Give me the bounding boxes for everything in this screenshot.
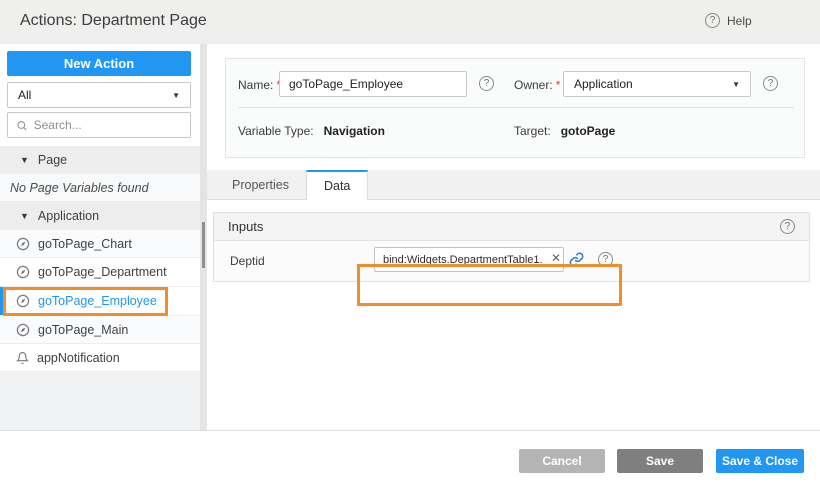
help-circle-icon[interactable]: ? [780, 219, 795, 234]
variable-summary-panel: Name:* ? Owner:* Application ▼ ? Variabl… [225, 58, 805, 158]
sidebar-item-gotopage-employee[interactable]: goToPage_Employee [0, 287, 200, 316]
save-button[interactable]: Save [617, 449, 703, 473]
variable-type-row: Variable Type: Navigation [238, 124, 385, 138]
sidebar-item-gotopage-chart[interactable]: goToPage_Chart [0, 230, 200, 258]
help-link[interactable]: ? Help [705, 13, 752, 28]
selection-highlight-box: goToPage_Employee [3, 287, 168, 316]
search-input[interactable] [34, 118, 182, 132]
navigation-icon [16, 237, 30, 251]
help-circle-icon[interactable]: ? [763, 76, 778, 91]
panel-divider [238, 107, 794, 108]
dropdown-arrow-icon: ▼ [732, 80, 740, 89]
empty-page-variables-message: No Page Variables found [0, 174, 200, 202]
tree-item-label: goToPage_Department [38, 265, 167, 279]
inputs-section-title: Inputs [228, 219, 263, 234]
help-circle-icon[interactable]: ? [479, 76, 494, 91]
sidebar-scrollbar-thumb[interactable] [202, 222, 205, 268]
name-input[interactable] [279, 71, 467, 97]
owner-select[interactable]: Application ▼ [563, 71, 751, 97]
name-field-label: Name:* [238, 78, 281, 92]
variable-type-value: Navigation [324, 124, 385, 138]
tab-properties[interactable]: Properties [215, 170, 306, 199]
variable-type-label: Variable Type: [238, 124, 314, 138]
input-field-label: Deptid [230, 254, 265, 268]
new-action-button[interactable]: New Action [7, 51, 191, 76]
tree-group-page[interactable]: ▼ Page [0, 146, 200, 174]
sidebar-item-gotopage-department[interactable]: goToPage_Department [0, 258, 200, 287]
variable-filter-value: All [18, 88, 31, 102]
navigation-icon [16, 294, 30, 308]
variable-filter-select[interactable]: All ▼ [7, 82, 191, 108]
actions-dialog: Actions: Department Page ? Help New Acti… [0, 0, 820, 488]
required-asterisk: * [556, 78, 561, 92]
clear-icon[interactable]: ✕ [551, 251, 561, 265]
tree-item-label: appNotification [37, 351, 120, 365]
target-row: Target: gotoPage [514, 124, 615, 138]
bell-icon [16, 351, 29, 365]
input-row-deptid: Deptid ✕ ? [214, 241, 809, 281]
triangle-down-icon: ▼ [20, 155, 29, 165]
tree-item-label: goToPage_Main [38, 323, 128, 337]
bind-link-icon[interactable] [569, 252, 584, 267]
tree-group-label: Page [38, 153, 67, 167]
tree-group-label: Application [38, 209, 99, 223]
bind-expression-input[interactable] [374, 247, 564, 272]
tree-group-application[interactable]: ▼ Application [0, 202, 200, 230]
dropdown-arrow-icon: ▼ [172, 91, 180, 100]
sidebar-filler [0, 372, 200, 430]
inputs-section: Inputs ? Deptid ✕ ? [213, 212, 810, 282]
help-circle-icon: ? [705, 13, 720, 28]
save-and-close-button[interactable]: Save & Close [716, 449, 804, 473]
navigation-icon [16, 265, 30, 279]
cancel-button[interactable]: Cancel [519, 449, 605, 473]
tab-bar: Properties Data [207, 170, 820, 200]
search-icon [16, 119, 28, 132]
navigation-icon [16, 323, 30, 337]
page-title: Actions: Department Page [20, 12, 207, 30]
sidebar-item-gotopage-main[interactable]: goToPage_Main [0, 316, 200, 344]
tree-item-label: goToPage_Chart [38, 237, 132, 251]
help-label: Help [727, 14, 752, 28]
dialog-footer: Cancel Save Save & Close [0, 430, 820, 488]
bind-expression-field: ✕ [374, 247, 564, 272]
dialog-header: Actions: Department Page ? Help [0, 0, 820, 44]
owner-select-value: Application [574, 77, 633, 91]
triangle-down-icon: ▼ [20, 211, 29, 221]
help-circle-icon[interactable]: ? [598, 252, 613, 267]
target-value: gotoPage [561, 124, 616, 138]
tab-data[interactable]: Data [306, 170, 368, 200]
target-label: Target: [514, 124, 551, 138]
owner-field-label: Owner:* [514, 78, 560, 92]
search-box[interactable] [7, 112, 191, 138]
tree-item-label: goToPage_Employee [38, 294, 157, 308]
inputs-section-header: Inputs ? [214, 213, 809, 241]
sidebar-item-appnotification[interactable]: appNotification [0, 344, 200, 372]
